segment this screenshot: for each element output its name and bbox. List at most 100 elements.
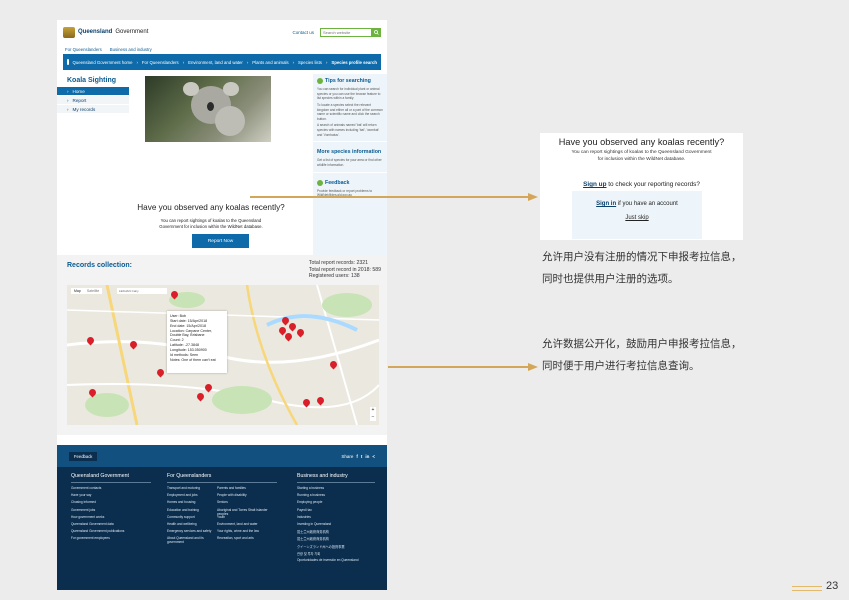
footer-link[interactable]: Education and training <box>167 508 217 515</box>
breadcrumb-current: Species profile search <box>331 59 377 65</box>
footer-link[interactable]: How government works <box>71 515 151 522</box>
more-species-link[interactable]: Get a list of species for your area or f… <box>313 157 387 168</box>
footer-link[interactable]: Transport and motoring <box>167 486 217 493</box>
footer-link[interactable]: Running a business <box>297 493 375 500</box>
footer-link[interactable]: クイーンズランド州への投資事業 <box>297 544 375 551</box>
page-description: You can report sightings of koalas to th… <box>159 218 263 230</box>
chevron-right-icon: › <box>67 106 69 112</box>
breadcrumb: Queensland Government home › For Queensla… <box>63 54 381 70</box>
nav-business[interactable]: Business and industry <box>110 47 152 52</box>
footer-link[interactable]: Emergency services and safety <box>167 529 217 536</box>
footer-link[interactable]: Queensland Government publications <box>71 529 151 536</box>
sign-in-link[interactable]: Sign in <box>596 201 616 207</box>
footer-link[interactable]: Government jobs <box>71 508 151 515</box>
map-zoom-control[interactable]: + − <box>370 407 376 421</box>
footer-link[interactable]: Environment, land and water <box>217 522 275 529</box>
nav-for-queenslanders[interactable]: For Queenslanders <box>65 47 102 52</box>
records-section: Records collection: Total report records… <box>57 255 387 435</box>
footer-link[interactable]: Chasing informed <box>71 500 151 507</box>
footer-link[interactable]: Your rights, crime and the law <box>217 529 275 536</box>
footer-link[interactable]: Government contacts <box>71 486 151 493</box>
report-now-button[interactable]: Report Now <box>192 234 249 248</box>
footer-link[interactable]: Seniors <box>217 500 275 507</box>
home-icon <box>67 59 69 65</box>
map-type-tabs: Map Satellite <box>71 288 103 294</box>
annotation-2: 允许数据公开化，鼓励用户申报考拉信息，同时便于用户进行考拉信息查询。 <box>542 338 742 372</box>
signin-box: Sign in if you have an account Just skip <box>572 191 702 239</box>
sightings-map[interactable]: Map Satellite LEIGIAN Cairy User: Bob St… <box>67 285 379 425</box>
breadcrumb-item[interactable]: Plants and animals <box>252 60 288 65</box>
records-stats: Total report records: 2321 Total report … <box>308 260 381 279</box>
satellite-tab[interactable]: Satellite <box>84 288 102 294</box>
footer-link[interactable]: Have your say <box>71 493 151 500</box>
records-title: Records collection: <box>67 262 132 269</box>
breadcrumb-item[interactable]: For Queenslanders <box>142 60 179 65</box>
footer-link[interactable]: Homes and housing <box>167 500 217 507</box>
top-subnav: For Queenslanders Business and industry <box>57 44 387 54</box>
footer-link[interactable]: Community support <box>167 515 217 522</box>
footer-link[interactable]: Queensland Government data <box>71 522 151 529</box>
card-title: Have you observed any koalas recently? <box>558 137 725 147</box>
site-footer: Feedback Share f t in < Queensland Gover… <box>57 445 387 590</box>
sidebar: Koala Sighting › Home › Report › My records <box>57 74 129 114</box>
sign-up-link[interactable]: Sign up <box>583 181 606 188</box>
footer-link[interactable]: Health and wellbeing <box>167 522 217 529</box>
search-icon <box>374 29 379 35</box>
zoom-out-icon[interactable]: − <box>370 414 376 421</box>
footer-link[interactable]: Industries <box>297 515 375 522</box>
footer-col-business: Business and industry Starting a busines… <box>297 473 375 565</box>
website-screenshot: Queensland Government Contact us For Que… <box>57 20 387 590</box>
just-skip-link[interactable]: Just skip <box>625 215 648 221</box>
footer-col-government: Queensland Government Government contact… <box>71 473 151 544</box>
chevron-right-icon: › <box>67 88 69 94</box>
twitter-icon[interactable]: t <box>361 454 363 459</box>
footer-link[interactable]: Starting a business <box>297 486 375 493</box>
footer-link[interactable]: People with disability <box>217 493 275 500</box>
map-tab[interactable]: Map <box>71 288 84 294</box>
map-search[interactable]: LEIGIAN Cairy <box>117 288 167 294</box>
footer-link[interactable]: 관광 및 투자 기회 <box>297 551 375 558</box>
footer-link[interactable]: Employing people <box>297 500 375 507</box>
page-number-rule <box>792 590 822 591</box>
footer-link[interactable]: 昆士兰州政府商务机构 <box>297 529 375 536</box>
sidebar-item-my-records[interactable]: › My records <box>57 105 129 114</box>
zoom-in-icon[interactable]: + <box>370 407 376 414</box>
linkedin-icon[interactable]: in <box>365 454 369 459</box>
sidebar-title: Koala Sighting <box>67 77 116 84</box>
footer-link[interactable]: Youth <box>217 515 275 522</box>
footer-link[interactable]: About Queensland and its government <box>167 536 217 544</box>
sidebar-item-report[interactable]: › Report <box>57 96 129 105</box>
sidebar-item-home[interactable]: › Home <box>57 87 129 96</box>
koala-hero-image <box>145 76 271 142</box>
lightbulb-icon <box>317 78 323 84</box>
page-number-rule <box>792 586 822 587</box>
arrow-line-1 <box>250 196 528 198</box>
footer-feedback-button[interactable]: Feedback <box>69 451 98 461</box>
footer-col-queenslanders: For Queenslanders Transport and motoring… <box>167 473 277 544</box>
search-button[interactable] <box>372 27 381 37</box>
facebook-icon[interactable]: f <box>356 454 358 459</box>
sighting-popup: User: Bob Start date: 15/Apr/2018 End da… <box>167 311 227 373</box>
footer-link[interactable]: Employment and jobs <box>167 493 217 500</box>
arrow-line-2 <box>388 366 528 368</box>
footer-link[interactable]: Parents and families <box>217 486 275 493</box>
arrow-head-1 <box>528 193 538 201</box>
footer-link[interactable]: 昆士兰州政府商务机构 <box>297 536 375 543</box>
footer-link[interactable]: Aboriginal and Torres Strait Islander pe… <box>217 508 275 516</box>
breadcrumb-item[interactable]: Queensland Government home <box>73 60 133 65</box>
signup-prompt-card: Have you observed any koalas recently? Y… <box>540 133 743 240</box>
footer-link[interactable]: Investing in Queensland <box>297 522 375 529</box>
page-title: Have you observed any koalas recently? <box>137 203 285 212</box>
footer-link[interactable]: Payroll tax <box>297 508 375 515</box>
contact-link[interactable]: Contact us <box>292 30 314 35</box>
search-input[interactable] <box>320 27 372 37</box>
breadcrumb-item[interactable]: Environment, land and water <box>188 60 243 65</box>
breadcrumb-item[interactable]: Species lists <box>298 60 322 65</box>
footer-link[interactable]: Oportunidades de inversión en Queensland <box>297 558 375 565</box>
footer-link[interactable]: Recreation, sport and arts <box>217 536 275 543</box>
qld-logo[interactable]: Queensland Government <box>63 26 148 38</box>
chevron-right-icon: › <box>67 97 69 103</box>
share-icon[interactable]: < <box>372 454 375 459</box>
page-number: 23 <box>826 580 839 592</box>
footer-link[interactable]: For government employees <box>71 536 151 543</box>
